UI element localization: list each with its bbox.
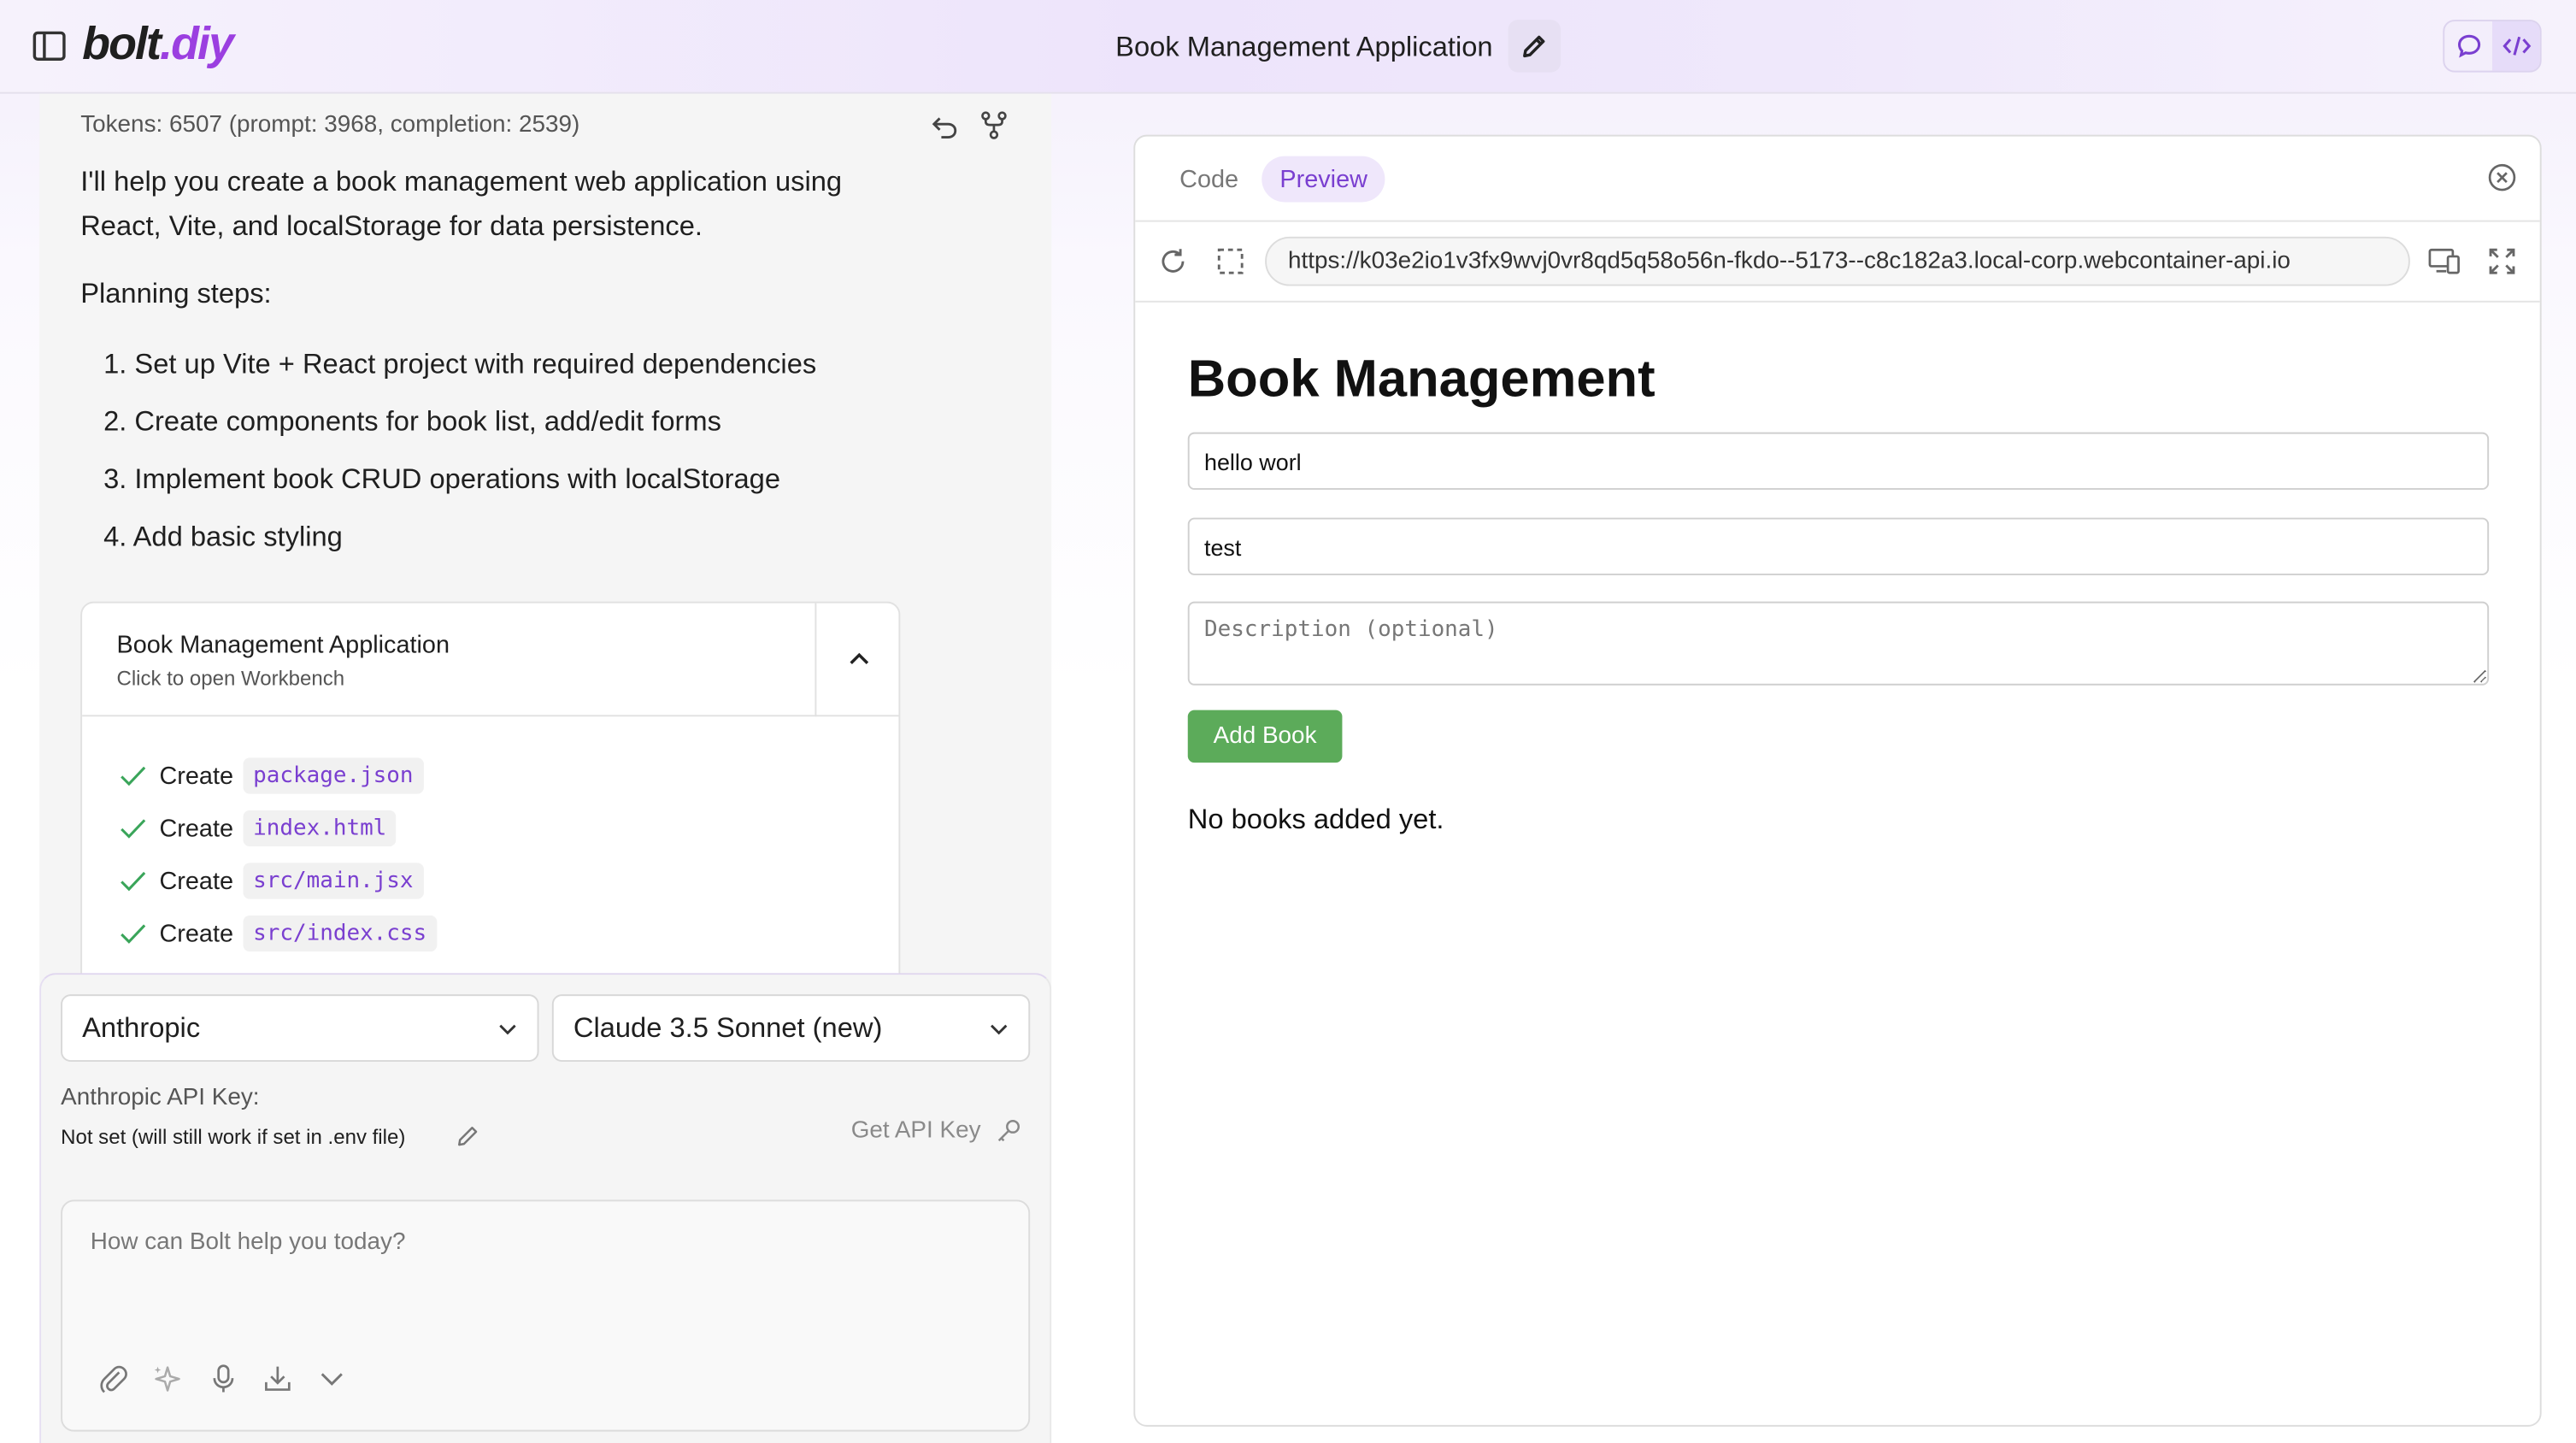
get-api-key-link[interactable]: Get API Key [851,1117,1022,1144]
book-title-input[interactable] [1187,432,2490,490]
action-item: Create index.html [118,802,436,855]
project-title: Book Management Application [1115,31,1493,63]
book-description-input[interactable] [1187,601,2490,686]
action-verb: Create [159,867,234,895]
fullscreen-icon[interactable] [2487,246,2517,276]
edit-title-button[interactable] [1508,20,1561,73]
fork-icon[interactable] [979,110,1009,140]
code-view-button[interactable] [2491,21,2540,71]
action-item: Create package.json [118,750,436,803]
paperclip-icon[interactable] [97,1363,129,1395]
action-file[interactable]: src/index.css [243,915,437,952]
action-verb: Create [159,814,234,843]
plan-step: 4. Add basic styling [103,521,343,552]
check-icon [121,924,146,944]
empty-books-message: No books added yet. [1187,804,1444,835]
view-toggle [2443,20,2542,73]
top-header: bolt.diy Book Management Application [0,0,2576,94]
tab-code[interactable]: Code [1162,156,1256,203]
prompt-box [61,1199,1031,1432]
token-usage: Tokens: 6507 (prompt: 3968, completion: … [80,111,580,138]
select-area-icon[interactable] [1215,246,1245,276]
action-item: Create src/index.css [118,907,437,960]
get-api-key-label: Get API Key [850,1117,981,1145]
app-logo[interactable]: bolt.diy [82,18,234,71]
add-book-button[interactable]: Add Book [1187,710,1343,763]
tab-preview[interactable]: Preview [1262,156,1386,203]
book-author-input[interactable] [1187,517,2490,575]
action-item: Create src/main.jsx [118,855,436,908]
code-icon [2502,36,2531,56]
plan-steps: 1. Set up Vite + React project with requ… [103,347,816,577]
download-icon[interactable] [262,1363,294,1395]
artifact-card: Book Management Application Click to ope… [80,601,901,997]
sidebar-toggle-icon[interactable] [32,31,66,62]
action-verb: Create [159,762,234,790]
url-input[interactable] [1265,236,2410,286]
workbench: Code Preview https://k03e2io1v3fx9wvj0vr… [1133,134,2542,1427]
workbench-tabs: Code Preview [1135,137,2540,222]
api-key-label: Anthropic API Key: [61,1084,260,1111]
microphone-icon[interactable] [207,1363,239,1395]
reload-icon[interactable] [1158,246,1188,276]
preview-heading: Book Management [1187,348,1656,408]
model-value: Claude 3.5 Sonnet (new) [573,1011,883,1043]
action-file[interactable]: index.html [243,810,397,847]
chevron-down-icon [499,1023,516,1034]
provider-select[interactable]: Anthropic [61,994,539,1062]
plan-heading: Planning steps: [80,277,272,309]
check-icon [121,766,146,786]
pencil-icon[interactable] [456,1124,479,1147]
responsive-devices-icon[interactable] [2428,246,2461,276]
plan-step: 3. Implement book CRUD operations with l… [103,463,781,495]
chat-view-button[interactable] [2444,21,2492,71]
key-icon [997,1119,1020,1142]
undo-icon[interactable] [930,112,960,142]
provider-value: Anthropic [82,1011,201,1043]
assistant-message: I'll help you create a book management w… [80,166,843,242]
action-verb: Create [159,919,234,948]
plan-step: 2. Create components for book list, add/… [103,405,721,438]
chevron-down-icon [991,1023,1008,1034]
check-icon [121,819,146,839]
collapse-actions-button[interactable] [816,604,899,717]
sparkle-icon[interactable] [151,1363,184,1395]
plan-step: 1. Set up Vite + React project with requ… [103,348,817,380]
api-key-status: Not set (will still work if set in .env … [61,1125,406,1149]
action-file[interactable]: package.json [243,757,424,794]
artifact-subtitle: Click to open Workbench [116,667,345,691]
chat-bubble-icon [2457,34,2480,58]
chevron-down-icon[interactable] [315,1363,348,1395]
chevron-up-icon [850,652,869,664]
pencil-icon [1523,35,1545,58]
preview-frame: Book Management Add Book No books added … [1135,303,2539,1425]
artifact-title: Book Management Application [116,631,450,659]
action-file[interactable]: src/main.jsx [243,863,424,899]
open-workbench-button[interactable]: Book Management Application Click to ope… [82,603,817,717]
action-list: Create package.json Create index.html Cr… [118,750,437,960]
prompt-input[interactable] [90,1229,994,1256]
model-select[interactable]: Claude 3.5 Sonnet (new) [551,994,1031,1062]
check-icon [121,871,146,892]
close-icon[interactable] [2487,162,2517,192]
address-bar [1135,222,2540,303]
